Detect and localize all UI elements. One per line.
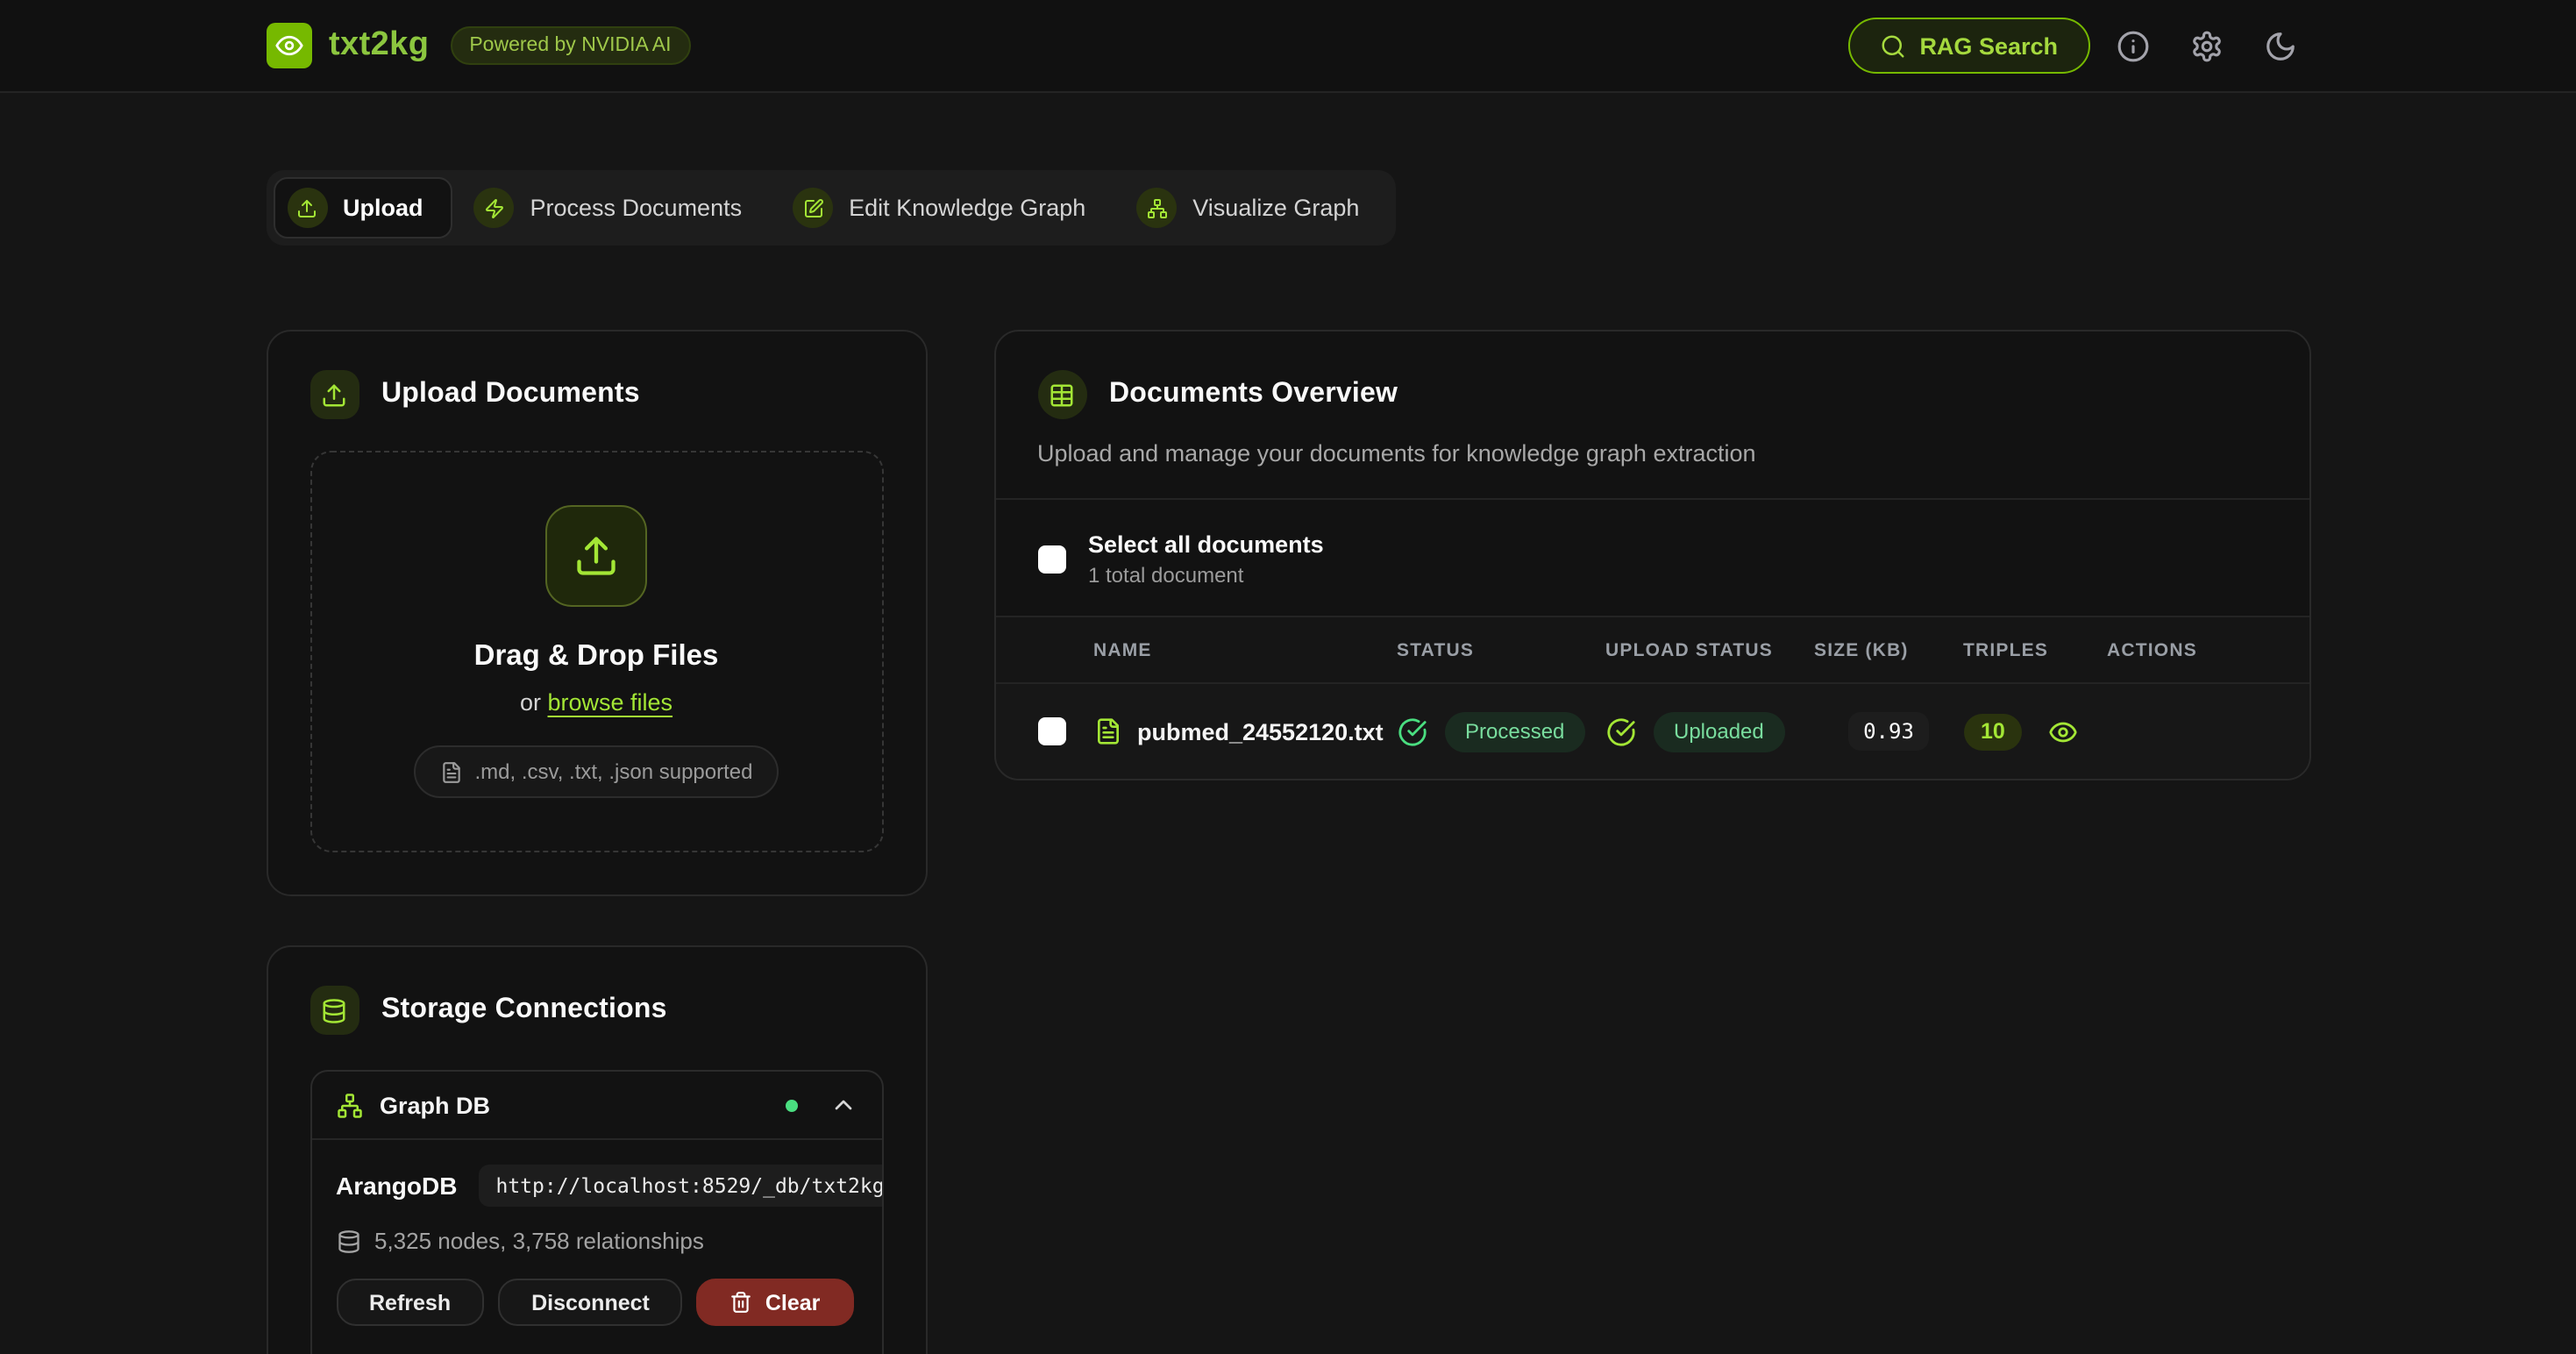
moon-icon xyxy=(2264,29,2297,62)
upload-status-badge: Uploaded xyxy=(1653,711,1785,752)
supported-formats-text: .md, .csv, .txt, .json supported xyxy=(474,759,752,784)
file-text-icon xyxy=(1093,717,1121,745)
info-button[interactable] xyxy=(2103,18,2163,74)
powered-by-badge: Powered by NVIDIA AI xyxy=(450,26,690,65)
file-dropzone[interactable]: Drag & Drop Files or browse files .md, .… xyxy=(310,451,883,852)
size-value: 0.93 xyxy=(1847,712,1930,751)
app-logo: txt2kg Powered by NVIDIA AI xyxy=(266,23,690,68)
tab-visualize-graph[interactable]: Visualize Graph xyxy=(1122,177,1389,239)
storage-accordion: Graph DB ArangoDB http://localhost:8529/… xyxy=(310,1070,883,1354)
documents-table: Name Status Upload Status Size (KB) Trip… xyxy=(995,616,2309,779)
status-badge: Processed xyxy=(1444,711,1585,752)
select-all-label: Select all documents xyxy=(1088,531,1324,558)
check-circle-icon xyxy=(1397,716,1427,746)
dropzone-title: Drag & Drop Files xyxy=(336,640,857,673)
column-header-name: Name xyxy=(1093,639,1397,660)
info-icon xyxy=(2117,29,2150,62)
search-icon xyxy=(1879,32,1905,59)
upload-documents-card: Upload Documents Drag & Drop Files or br… xyxy=(266,330,927,896)
refresh-button[interactable]: Refresh xyxy=(336,1279,484,1326)
storage-panel-title: Storage Connections xyxy=(381,994,667,1026)
edit-icon xyxy=(793,188,833,228)
upload-panel-title: Upload Documents xyxy=(381,379,640,410)
txt2kg-app: txt2kg Powered by NVIDIA AI RAG Search xyxy=(0,0,2576,1354)
tab-label: Edit Knowledge Graph xyxy=(849,195,1085,221)
tab-label: Upload xyxy=(343,195,423,221)
clear-button[interactable]: Clear xyxy=(697,1279,854,1326)
nvidia-logo-icon xyxy=(266,23,311,68)
document-name: pubmed_24552120.txt xyxy=(1137,718,1384,745)
upload-icon xyxy=(310,370,359,419)
graph-db-label: Graph DB xyxy=(380,1092,767,1118)
theme-toggle-button[interactable] xyxy=(2251,18,2310,74)
gear-icon xyxy=(2190,29,2224,62)
column-header-upload-status: Upload Status xyxy=(1605,639,1814,660)
view-document-button[interactable] xyxy=(2047,716,2077,746)
tab-edit-knowledge-graph[interactable]: Edit Knowledge Graph xyxy=(779,177,1115,239)
upload-icon xyxy=(287,188,327,228)
main-tabs: Upload Process Documents Edit Knowledge … xyxy=(266,170,1396,246)
documents-table-header: Name Status Upload Status Size (KB) Trip… xyxy=(995,617,2309,684)
chevron-up-icon xyxy=(829,1091,857,1119)
eye-icon xyxy=(2047,716,2077,746)
clear-button-label: Clear xyxy=(765,1290,821,1315)
rag-search-button[interactable]: RAG Search xyxy=(1847,18,2089,74)
database-icon xyxy=(336,1229,360,1253)
network-icon xyxy=(1136,188,1177,228)
column-header-size: Size (KB) xyxy=(1814,639,1963,660)
table-icon xyxy=(1037,370,1086,419)
supported-formats-badge: .md, .csv, .txt, .json supported xyxy=(413,745,779,798)
file-text-icon xyxy=(439,760,462,783)
table-row: pubmed_24552120.txt Processed Uploaded 0… xyxy=(995,684,2309,779)
graph-db-accordion-header[interactable]: Graph DB xyxy=(311,1072,881,1138)
dropzone-or-text: or xyxy=(520,689,541,716)
tab-label: Visualize Graph xyxy=(1192,195,1359,221)
tab-label: Process Documents xyxy=(530,195,743,221)
upload-icon xyxy=(545,505,647,607)
tab-upload[interactable]: Upload xyxy=(273,177,453,239)
graph-db-url: http://localhost:8529/_db/txt2kg xyxy=(478,1165,883,1207)
graph-db-provider: ArangoDB xyxy=(336,1172,457,1200)
zap-icon xyxy=(474,188,515,228)
documents-panel-subtitle: Upload and manage your documents for kno… xyxy=(995,419,2309,500)
check-circle-icon xyxy=(1605,716,1635,746)
connected-status-dot xyxy=(785,1099,797,1111)
trash-icon xyxy=(730,1291,753,1314)
browse-files-link[interactable]: browse files xyxy=(548,689,673,716)
select-all-checkbox[interactable] xyxy=(1037,545,1065,574)
storage-connections-card: Storage Connections Graph DB xyxy=(266,945,927,1354)
tab-process-documents[interactable]: Process Documents xyxy=(460,177,772,239)
column-header-status: Status xyxy=(1397,639,1605,660)
rag-search-label: RAG Search xyxy=(1919,32,2058,59)
column-header-triples: Triples xyxy=(1963,639,2107,660)
database-icon xyxy=(310,986,359,1035)
column-header-actions: Actions xyxy=(2107,639,2266,660)
app-title: txt2kg xyxy=(329,26,429,65)
total-documents-count: 1 total document xyxy=(1088,563,1324,588)
settings-button[interactable] xyxy=(2177,18,2237,74)
documents-overview-card: Documents Overview Upload and manage you… xyxy=(993,330,2310,780)
disconnect-button[interactable]: Disconnect xyxy=(498,1279,683,1326)
top-bar: txt2kg Powered by NVIDIA AI RAG Search xyxy=(0,0,2576,93)
row-checkbox[interactable] xyxy=(1037,717,1065,745)
triples-count-badge: 10 xyxy=(1963,713,2023,750)
graph-db-stats: 5,325 nodes, 3,758 relationships xyxy=(374,1228,704,1254)
network-icon xyxy=(336,1092,362,1118)
documents-panel-title: Documents Overview xyxy=(1109,379,1398,410)
graph-db-details: ArangoDB http://localhost:8529/_db/txt2k… xyxy=(311,1138,881,1354)
